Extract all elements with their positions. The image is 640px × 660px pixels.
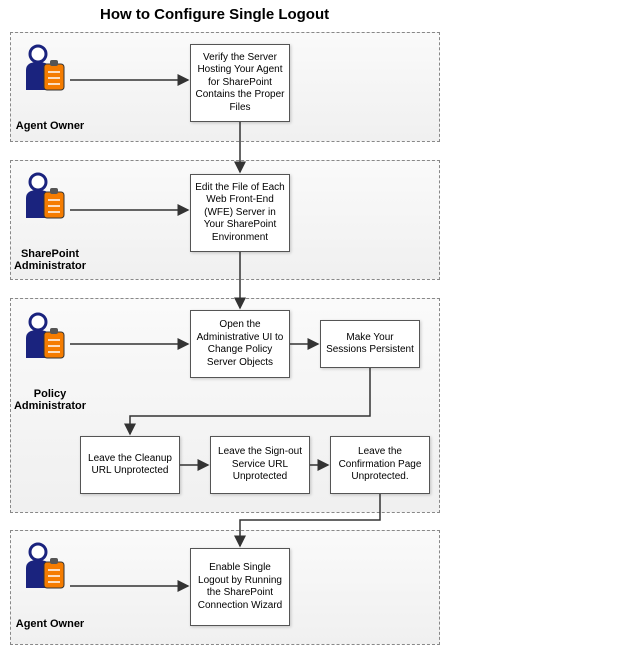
step-open-admin-ui: Open the Administrative UI to Change Pol…	[190, 310, 290, 378]
role-label: SharePoint Administrator	[10, 248, 90, 272]
step-enable-slo: Enable Single Logout by Running the Shar…	[190, 548, 290, 626]
step-edit-wfe: Edit the File of Each Web Front-End (WFE…	[190, 174, 290, 252]
role-label: Policy Administrator	[10, 388, 90, 412]
step-verify-server: Verify the Server Hosting Your Agent for…	[190, 44, 290, 122]
actor-icon	[20, 170, 70, 230]
actor-icon	[20, 310, 70, 370]
diagram-title: How to Configure Single Logout	[100, 6, 329, 23]
step-sessions-persistent: Make Your Sessions Persistent	[320, 320, 420, 368]
actor-icon	[20, 42, 70, 102]
role-label: Agent Owner	[10, 120, 90, 132]
diagram-canvas: How to Configure Single Logout Agent Own…	[0, 0, 640, 660]
role-label: Agent Owner	[10, 618, 90, 630]
step-cleanup-url: Leave the Cleanup URL Unprotected	[80, 436, 180, 494]
step-signout-url: Leave the Sign-out Service URL Unprotect…	[210, 436, 310, 494]
step-confirmation-page: Leave the Confirmation Page Unprotected.	[330, 436, 430, 494]
actor-icon	[20, 540, 70, 600]
